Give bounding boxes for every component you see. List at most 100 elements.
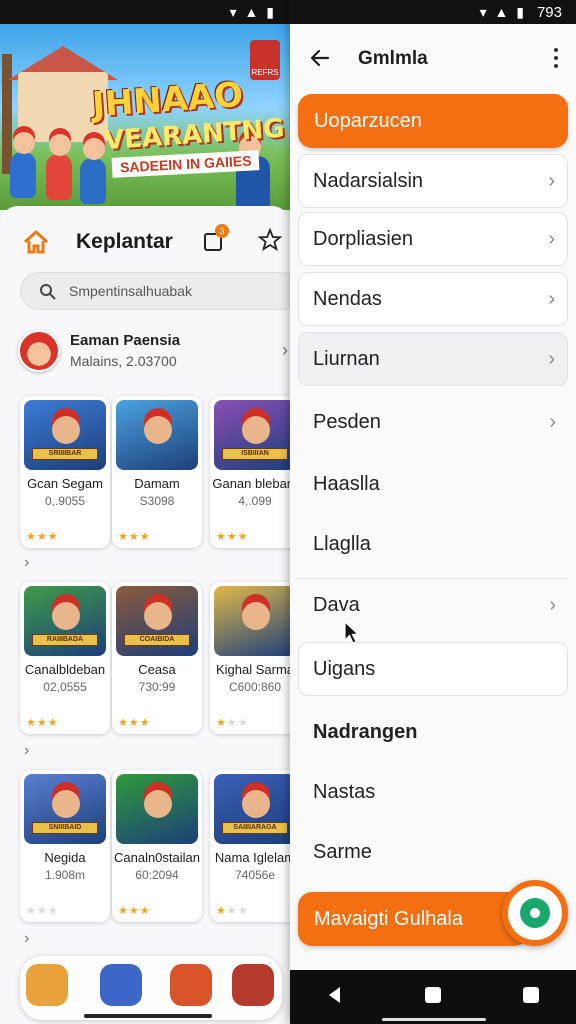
background-app: ▾ ▲ ▮ JHNAAO VEARANTNG SADEEIN IN GAIIES… — [0, 0, 290, 1024]
chevron-right-icon[interactable]: › — [24, 742, 29, 760]
profile-name: Eaman Paensia — [70, 332, 181, 349]
game-card[interactable]: Canaln0stailan 60:2094 ★★★ — [112, 770, 202, 922]
character-image — [242, 602, 270, 630]
game-card[interactable]: SNIIIBAID Negida 1.908m ★★★ — [20, 770, 110, 922]
fab-button[interactable] — [502, 880, 568, 946]
game-card[interactable]: Kighal Sarma C600:860 ★★★ — [210, 582, 290, 734]
chevron-right-icon[interactable]: › — [24, 554, 29, 572]
character-image — [80, 138, 106, 204]
dock-app-icon[interactable] — [232, 964, 274, 1006]
cart-badge: 3 — [215, 224, 229, 238]
game-thumbnail: RAIIIBADA — [24, 586, 106, 656]
character-image — [10, 132, 36, 198]
game-card[interactable]: RAIIIBADA Canalbldeban 02,0555 ★★★ — [20, 582, 110, 734]
gesture-bar[interactable] — [382, 1018, 486, 1021]
mouse-cursor-icon — [344, 620, 360, 644]
star-icon: ★ — [237, 905, 249, 917]
game-meta: 02,0555 — [43, 680, 87, 694]
nav-home-icon[interactable] — [422, 984, 444, 1006]
star-icon: ★ — [36, 531, 48, 543]
character-image — [52, 416, 80, 444]
rating-stars: ★★★ — [26, 904, 59, 917]
menu-item[interactable]: Uigans — [298, 642, 568, 696]
promo-banner[interactable]: JHNAAO VEARANTNG SADEEIN IN GAIIES REFRS — [0, 24, 290, 210]
nav-recents-icon[interactable] — [520, 984, 542, 1006]
game-title: Kighal Sarma — [215, 662, 290, 677]
game-title: Gcan Segam — [27, 476, 103, 491]
menu-item[interactable]: Nendas › — [298, 272, 568, 326]
search-input[interactable]: Smpentinsalhuabak — [20, 272, 290, 310]
star-icon: ★ — [47, 531, 59, 543]
dock-app-icon[interactable] — [26, 964, 68, 1006]
game-logo-ribbon: COAIBIDA — [124, 634, 190, 646]
home-icon[interactable] — [22, 228, 50, 256]
menu-item[interactable]: Sarme — [298, 826, 568, 880]
game-logo-ribbon: SRIIIIBAR — [32, 448, 98, 460]
star-icon: ★ — [226, 905, 238, 917]
primary-action-button[interactable]: Uoparzucen — [298, 94, 568, 148]
game-card[interactable]: ISBIIIAN Ganan blebam 4,.099 ★★★ — [210, 396, 290, 548]
record-icon — [520, 898, 550, 928]
menu-item[interactable]: Dorpliasien › — [298, 212, 568, 266]
menu-item[interactable]: Nadrangen — [298, 706, 568, 760]
profile-row[interactable]: Eaman Paensia Malains, 2.03700 › — [18, 328, 290, 378]
chevron-right-icon[interactable]: › — [24, 930, 29, 948]
rating-stars: ★★★ — [26, 530, 59, 543]
rating-stars: ★★★ — [118, 716, 151, 729]
star-icon: ★ — [216, 717, 227, 729]
game-card[interactable]: COAIBIDA Ceasa 730:99 ★★★ — [112, 582, 202, 734]
rating-stars: ★★★ — [216, 716, 249, 729]
rating-stars: ★★★ — [118, 530, 151, 543]
game-thumbnail: COAIBIDA — [116, 586, 198, 656]
star-icon: ★ — [26, 717, 37, 729]
chevron-right-icon: › — [548, 348, 555, 370]
game-card[interactable]: Damam S3098 ★★★ — [112, 396, 202, 548]
game-logo-ribbon: SNIIIBAID — [32, 822, 98, 834]
game-title: Canaln0stailan — [113, 850, 200, 865]
nav-back-icon[interactable] — [324, 984, 346, 1006]
game-meta: 4,.099 — [238, 494, 272, 508]
game-meta: 1.908m — [44, 868, 86, 882]
menu-item[interactable]: Llaglla — [298, 518, 568, 572]
dock-app-icon[interactable] — [170, 964, 212, 1006]
menu-item-label: Dorpliasien — [313, 228, 414, 250]
star-icon: ★ — [139, 531, 151, 543]
side-drawer: ▾ ▲ ▮ 793 Gmlmla Uoparzucen Nadarsialsin… — [290, 0, 576, 1024]
game-card[interactable]: SAIIIIARAGA Nama Iglelam 74056e ★★★ — [210, 770, 290, 922]
menu-item-label: Llaglla — [313, 533, 371, 555]
star-icon: ★ — [26, 905, 37, 917]
more-vert-icon[interactable] — [552, 46, 560, 70]
star-icon: ★ — [216, 905, 227, 917]
status-bar: ▾ ▲ ▮ — [0, 0, 290, 24]
menu-item[interactable]: Haaslla — [298, 458, 568, 512]
menu-item-label: Nadarsialsin — [313, 170, 424, 192]
game-logo-ribbon: SAIIIIARAGA — [222, 822, 288, 834]
game-thumbnail — [116, 400, 198, 470]
bottom-action-button[interactable]: Mavaigti Gulhala — [298, 892, 528, 946]
game-thumbnail: SAIIIIARAGA — [214, 774, 290, 844]
dock-app-icon[interactable] — [100, 964, 142, 1006]
back-arrow-icon[interactable] — [308, 46, 332, 70]
menu-item[interactable]: Nastas — [298, 766, 568, 820]
profile-subtitle: Malains, 2.03700 — [70, 353, 177, 369]
rating-stars: ★★★ — [118, 904, 151, 917]
menu-item-label: Liurnan — [313, 348, 380, 370]
status-time: 793 — [536, 4, 562, 21]
character-image — [52, 602, 80, 630]
star-icon: ★ — [128, 717, 140, 729]
gesture-bar[interactable] — [84, 1014, 212, 1018]
rating-stars: ★★★ — [216, 530, 249, 543]
game-title: Ganan blebam — [212, 476, 290, 491]
menu-item[interactable]: Nadarsialsin › — [298, 154, 568, 208]
menu-item[interactable]: Dava › — [298, 578, 568, 632]
game-thumbnail — [116, 774, 198, 844]
game-card[interactable]: SRIIIIBAR Gcan Segam 0,.9055 ★★★ — [20, 396, 110, 548]
star-icon: ★ — [118, 717, 129, 729]
menu-item[interactable]: Liurnan › — [298, 332, 568, 386]
game-logo-ribbon: ISBIIIAN — [222, 448, 288, 460]
character-image — [144, 790, 172, 818]
star-icon[interactable] — [258, 228, 282, 252]
star-icon: ★ — [128, 531, 140, 543]
menu-item[interactable]: Pesden › — [298, 396, 568, 450]
chevron-right-icon: › — [549, 411, 556, 433]
